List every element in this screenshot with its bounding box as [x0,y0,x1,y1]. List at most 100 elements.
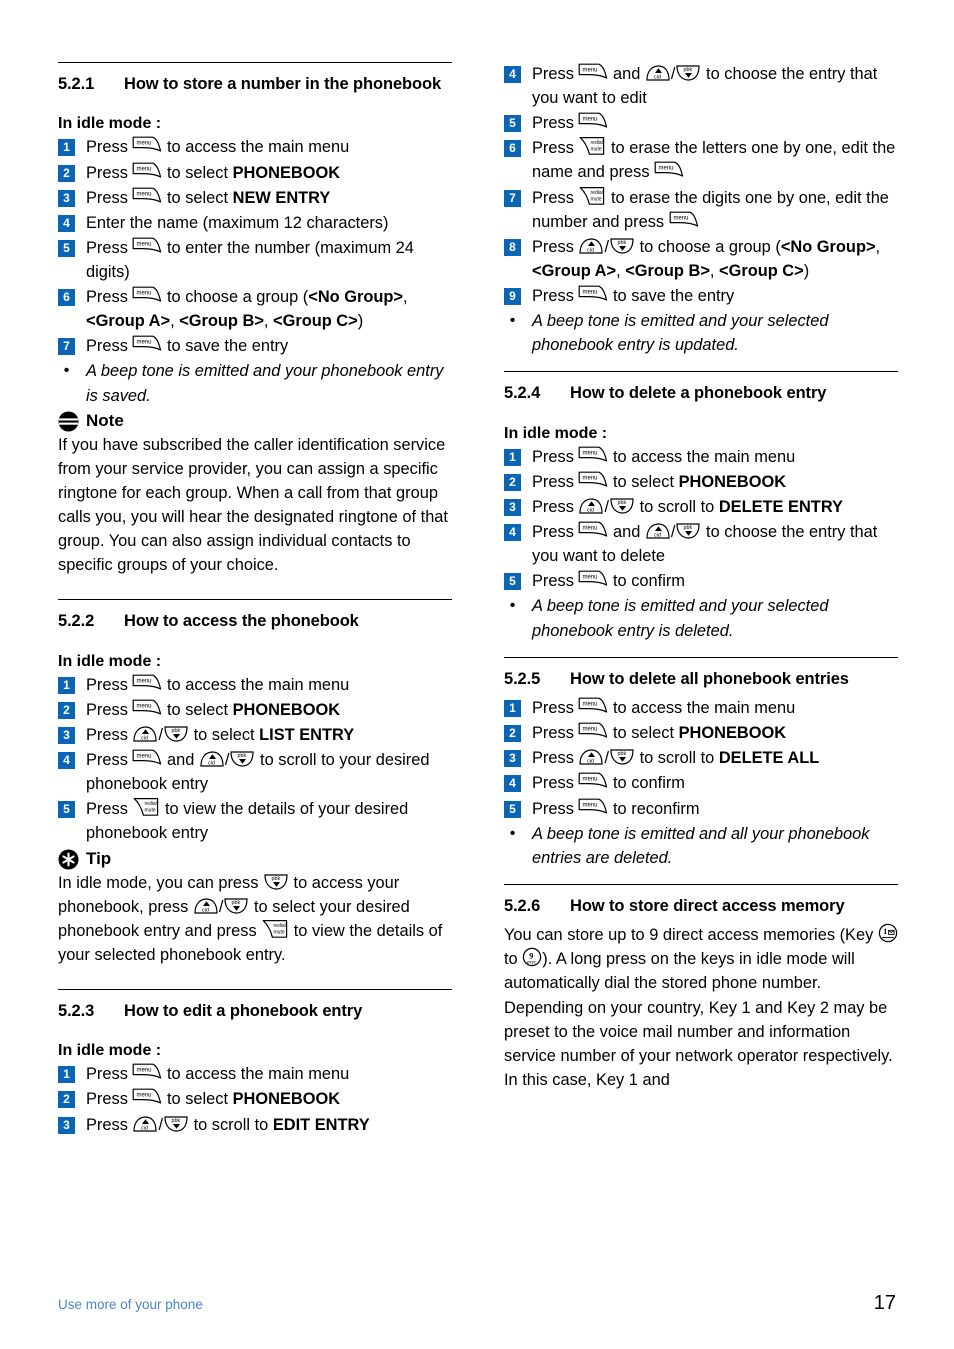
svg-text:cid: cid [587,508,594,514]
svg-text:menu: menu [673,215,688,221]
emphasis-text: <Group C> [273,312,358,331]
up-cid-key-icon: cid [132,725,158,743]
step-text: Press menu to select PHONEBOOK [86,699,341,719]
numbered-step: 2 Press menu to select PHONEBOOK [504,470,898,494]
down-pbk-key-icon: pbk [163,725,189,743]
numbered-step: 2 Press menu to select PHONEBOOK [58,1087,452,1111]
section-heading-5-2-1: 5.2.1 How to store a number in the phone… [58,74,452,95]
left-column: 5.2.1 How to store a number in the phone… [58,62,452,1138]
menu-key-icon: menu [132,187,162,206]
section-title: How to access the phonebook [124,612,359,631]
note-text: If you have subscribed the caller identi… [58,435,448,575]
steps-5-2-1: 1 Press menu to access the main menu 2 Pres… [58,135,452,407]
step-number-badge: 5 [58,801,75,819]
section-number: 5.2.3 [58,1001,95,1020]
section-divider [58,62,452,63]
key-1-icon: 1 [878,923,898,943]
section-divider [504,371,898,373]
svg-text:pbk: pbk [618,751,627,757]
menu-key-icon: menu [132,162,162,181]
numbered-step: 3 Press cid / pbk to select LIST ENTRY [58,723,452,747]
direct-access-paragraph-1: You can store up to 9 direct access memo… [504,923,898,995]
menu-key-icon: menu [578,798,608,817]
step-number-badge: 5 [504,800,521,818]
step-number-badge: 7 [58,338,75,356]
svg-text:pbk: pbk [684,67,693,73]
numbered-step: 3 Press cid / pbk to scroll to DELETE ENTRY [504,495,898,519]
step-number-badge: 2 [58,1091,75,1109]
step-number-badge: 6 [504,140,521,158]
step-number-badge: 7 [504,189,521,207]
svg-text:menu: menu [583,289,598,295]
step-number-badge: 2 [58,701,75,719]
svg-text:cid: cid [587,247,594,253]
numbered-step: 5 Press menu to reconfirm [504,797,898,821]
menu-key-icon: menu [132,699,162,718]
svg-text:mute: mute [591,147,602,153]
svg-text:cid: cid [141,736,148,742]
svg-text:menu: menu [137,166,152,172]
section-heading-5-2-3: 5.2.3 How to edit a phonebook entry [58,1001,452,1022]
emphasis-text: <Group A> [86,312,171,331]
step-number-badge: 4 [58,752,75,770]
step-text: Press menu to confirm [532,570,685,591]
svg-text:redial: redial [274,923,286,929]
step-text: Press redial mute to view the details of … [86,797,452,845]
emphasis-text: PHONEBOOK [232,163,341,182]
menu-key-icon: menu [132,136,162,155]
emphasis-text: <Group C> [719,261,804,280]
two-column-layout: 5.2.1 How to store a number in the phone… [58,62,898,1138]
redial-mute-key-icon: redial mute [578,186,606,206]
svg-text:mute: mute [145,808,156,814]
numbered-step: 1 Press menu to access the main menu [58,673,452,697]
section-number: 5.2.5 [504,669,541,688]
svg-text:pbk: pbk [618,500,627,506]
menu-key-icon: menu [578,471,608,490]
step-number-badge: 4 [58,214,75,232]
step-text: Press menu [532,111,898,135]
step-text: Press cid / pbk to scroll to DELETE ENTRY [532,497,843,516]
step-text: Press menu and cid / pbk to choose the ent… [532,521,878,566]
svg-text:pbk: pbk [172,1118,181,1124]
emphasis-text: LIST ENTRY [259,725,355,744]
svg-text:menu: menu [583,67,598,73]
svg-text:cid: cid [654,533,661,539]
step-text: Press redial mute to erase the digits one… [532,186,898,234]
svg-text:menu: menu [583,575,598,581]
emphasis-text: <No Group> [308,288,403,307]
step-text: Enter the name (maximum 12 characters) [86,213,389,232]
steps-5-2-3: 1 Press menu to access the main menu 2 Pres… [58,1062,452,1136]
steps-5-2-2: 1 Press menu to access the main menu 2 Pres… [58,673,452,846]
step-text: Press menu to select PHONEBOOK [532,722,787,743]
step-text: Press menu to save the entry [532,285,735,305]
numbered-step: 1 Press menu to access the main menu [504,445,898,469]
step-number-badge: 5 [504,573,521,591]
svg-text:menu: menu [583,727,598,733]
step-text: A beep tone is emitted and your selected… [532,597,829,640]
svg-text:pbk: pbk [232,900,241,906]
up-cid-key-icon: cid [578,497,604,515]
numbered-step: 9 Press menu to save the entry [504,284,898,308]
up-cid-key-icon: cid [132,1115,158,1133]
idle-mode-label-5-2-3: In idle mode : [58,1042,162,1060]
idle-mode-label-5-2-4: In idle mode : [504,424,608,442]
numbered-step: 3 Press menu to select NEW ENTRY [58,186,452,210]
svg-text:menu: menu [583,475,598,481]
step-number-badge: 6 [58,289,75,307]
numbered-step: 2 Press menu to select PHONEBOOK [58,161,452,185]
svg-text:menu: menu [137,340,152,346]
page-number: 17 [873,1292,896,1314]
svg-text:pbk: pbk [172,728,181,734]
menu-key-icon: menu [132,1088,162,1107]
section-title: How to store direct access memory [570,896,845,915]
svg-text:redial: redial [145,801,157,807]
step-text: Press menu to select NEW ENTRY [86,187,331,207]
emphasis-text: PHONEBOOK [232,1090,341,1109]
numbered-step: 5 Press redial mute to view the details of… [58,797,452,845]
section-heading-5-2-5: 5.2.5 How to delete all phonebook entrie… [504,669,898,690]
emphasis-text: PHONEBOOK [232,700,341,719]
svg-text:menu: menu [583,701,598,707]
svg-text:cid: cid [208,761,215,767]
